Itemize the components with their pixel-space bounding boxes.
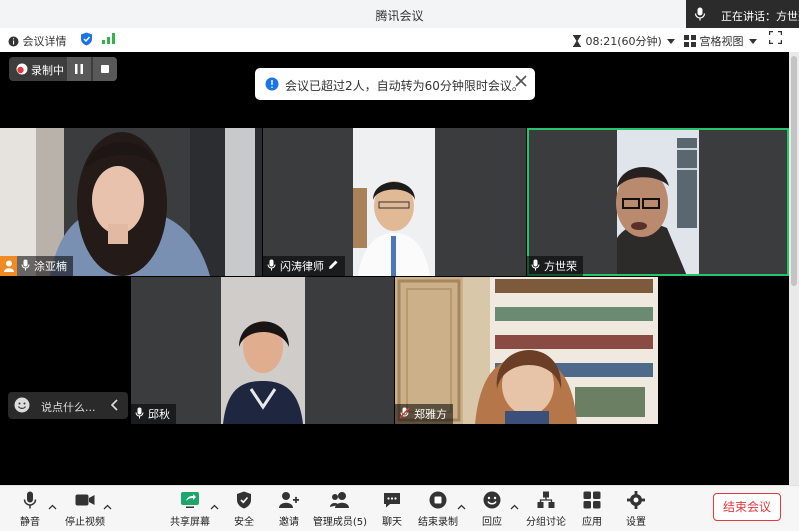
mic-icon	[694, 7, 706, 24]
mic-icon	[267, 259, 276, 274]
shield-icon	[237, 491, 251, 509]
mic-icon	[135, 407, 144, 422]
info-icon	[265, 77, 279, 94]
chat-input[interactable]: 说点什么...	[8, 392, 128, 419]
stop-recording-button[interactable]	[93, 57, 117, 81]
chat-icon	[384, 493, 400, 508]
manage-members-button[interactable]: 管理成员(5)	[310, 490, 370, 528]
chevron-left-icon[interactable]	[110, 398, 120, 415]
video-tile[interactable]: 涂亚楠	[0, 128, 262, 276]
window-title: 腾讯会议	[375, 9, 424, 23]
meeting-limit-notice: 会议已超过2人，自动转为60分钟限时会议。	[255, 68, 535, 100]
info-icon	[8, 36, 19, 50]
scrollbar[interactable]	[789, 52, 799, 485]
chevron-up-icon[interactable]	[103, 499, 112, 513]
nameplate: 涂亚楠	[0, 256, 73, 276]
participant-name: 方世荣	[544, 260, 577, 273]
end-meeting-button[interactable]: 结束会议	[713, 493, 781, 521]
breakout-icon	[537, 491, 555, 508]
shield-icon[interactable]	[80, 32, 93, 49]
smile-icon	[483, 491, 501, 509]
pause-recording-button[interactable]	[67, 57, 91, 81]
nameplate: 邱秋	[131, 404, 176, 424]
stop-icon	[101, 65, 109, 73]
meeting-timer[interactable]: 08:21(60分钟)	[572, 33, 676, 50]
fullscreen-icon[interactable]	[768, 30, 783, 47]
chat-placeholder: 说点什么...	[41, 401, 96, 414]
share-screen-label: 共享屏幕	[170, 517, 210, 528]
grid-icon	[684, 35, 696, 50]
reaction-label: 回应	[482, 517, 502, 528]
participant-video	[263, 128, 526, 276]
bottom-toolbar: 静音 停止视频 共享屏幕 安全 邀请 管理成员(5) 聊天 结束录制 回应 分组…	[0, 485, 799, 531]
record-stop-icon	[429, 491, 447, 509]
end-recording-label: 结束录制	[418, 517, 458, 528]
title-bar: 腾讯会议 正在讲话：方世荣	[0, 0, 799, 28]
video-camera-icon	[75, 494, 95, 506]
manage-members-label: 管理成员(5)	[312, 517, 368, 528]
participant-name: 闪涛律师	[280, 260, 324, 273]
settings-button[interactable]: 设置	[606, 490, 666, 528]
video-tile[interactable]: 闪涛律师	[263, 128, 526, 276]
mute-label: 静音	[20, 517, 40, 528]
speaking-indicator: 正在讲话：方世荣	[686, 0, 799, 28]
hourglass-icon	[572, 35, 582, 50]
speaking-label: 正在讲话：方世荣	[721, 10, 799, 23]
meeting-details-button[interactable]: 会议详情	[8, 33, 67, 50]
video-tile-active-speaker[interactable]: 方世荣	[527, 128, 789, 276]
close-icon[interactable]	[515, 75, 527, 90]
mic-muted-icon	[399, 406, 410, 422]
recording-label: 录制中	[31, 64, 64, 77]
apps-icon	[583, 491, 601, 509]
nameplate: 闪涛律师	[263, 256, 345, 276]
chevron-down-icon	[667, 35, 676, 48]
meeting-details-label: 会议详情	[22, 35, 67, 48]
video-tile[interactable]: 郑雅方	[395, 277, 658, 424]
signal-icon[interactable]	[102, 33, 115, 47]
stop-video-label: 停止视频	[65, 517, 105, 528]
view-label: 宫格视图	[699, 35, 744, 48]
view-switcher[interactable]: 宫格视图	[684, 33, 757, 50]
participant-name: 涂亚楠	[34, 260, 67, 273]
mic-icon	[21, 259, 30, 274]
chevron-down-icon	[749, 35, 757, 48]
person-icon	[0, 256, 17, 276]
record-dot-icon	[16, 63, 28, 78]
info-bar: 会议详情 08:21(60分钟) 宫格视图	[0, 28, 799, 53]
settings-label: 设置	[626, 517, 646, 528]
members-icon	[330, 492, 349, 508]
pause-icon	[75, 64, 83, 74]
participant-video	[395, 277, 658, 424]
notice-text: 会议已超过2人，自动转为60分钟限时会议。	[285, 79, 524, 93]
nameplate: 方世荣	[527, 256, 583, 276]
video-stage: 录制中 会议已超过2人，自动转为60分钟限时会议。 涂亚楠 闪涛律师 方世荣 邱…	[0, 52, 789, 485]
timer-label: 08:21(60分钟)	[585, 35, 662, 48]
participant-video	[0, 128, 262, 276]
participant-video	[527, 128, 789, 276]
participant-name: 郑雅方	[414, 408, 447, 421]
mic-icon	[531, 259, 540, 274]
mic-icon	[23, 491, 37, 509]
nameplate: 郑雅方	[395, 404, 453, 424]
recording-indicator: 录制中	[9, 57, 117, 81]
video-tile[interactable]: 邱秋	[131, 277, 394, 424]
scrollbar-thumb[interactable]	[791, 56, 797, 286]
pencil-icon[interactable]	[328, 259, 339, 273]
share-screen-icon	[181, 492, 199, 508]
emoji-icon[interactable]	[14, 397, 30, 416]
gear-icon	[627, 491, 645, 509]
participant-name: 邱秋	[148, 408, 170, 421]
participant-video	[131, 277, 394, 424]
add-user-icon	[279, 492, 299, 508]
